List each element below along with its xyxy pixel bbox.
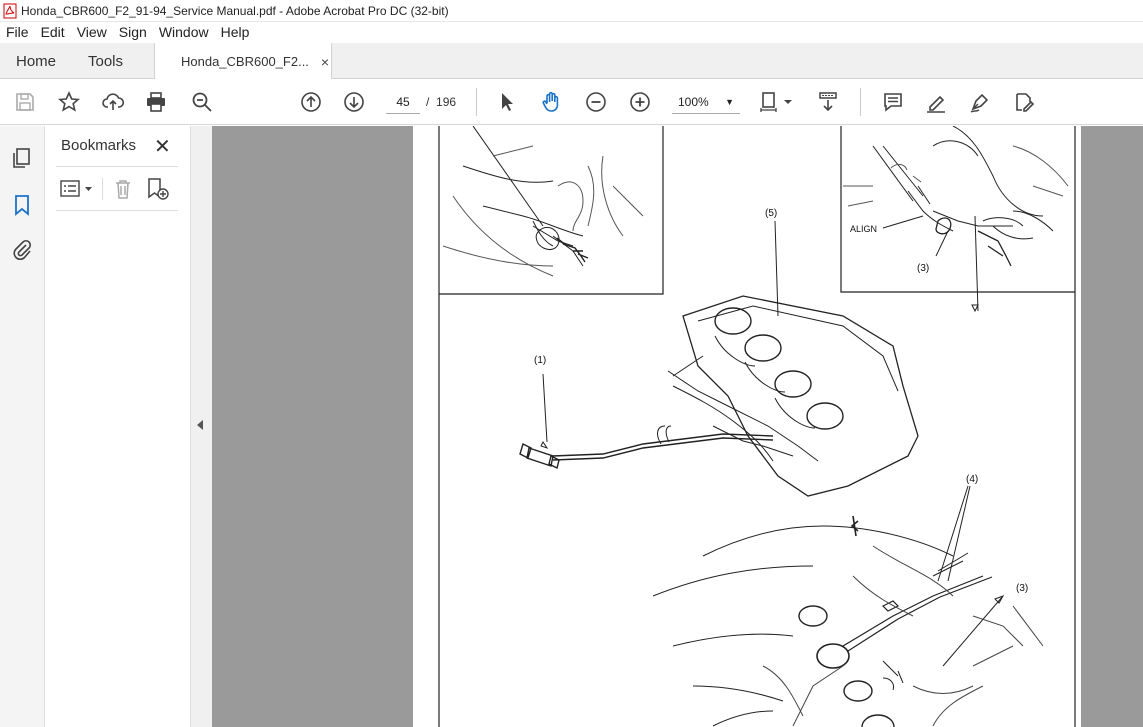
tab-tools[interactable]: Tools [88, 43, 123, 79]
menu-sign[interactable]: Sign [113, 22, 153, 43]
callout-align: ALIGN [850, 224, 878, 234]
zoom-search-icon[interactable] [189, 89, 215, 115]
bookmark-options-button[interactable] [60, 176, 94, 202]
panel-divider [56, 166, 178, 167]
zoom-value: 100% [678, 95, 709, 109]
menu-view[interactable]: View [71, 22, 113, 43]
bookmarks-close-icon[interactable]: ✕ [154, 134, 171, 159]
next-page-icon[interactable] [341, 89, 367, 115]
tab-home[interactable]: Home [16, 43, 56, 79]
window-title: Honda_CBR600_F2_91-94_Service Manual.pdf… [21, 3, 449, 18]
panel-collapse-handle[interactable] [190, 126, 212, 727]
callout-3-bottom: (3) [1016, 583, 1029, 594]
delete-bookmark-button[interactable] [112, 176, 134, 202]
previous-page-icon[interactable] [298, 89, 324, 115]
save-icon[interactable] [12, 89, 38, 115]
navigation-rail [0, 126, 45, 727]
tab-document[interactable]: Honda_CBR600_F2... × [154, 43, 332, 80]
page-fit-icon[interactable] [758, 89, 798, 115]
tab-document-label: Honda_CBR600_F2... [181, 54, 309, 69]
zoom-out-icon[interactable] [583, 89, 609, 115]
callout-5: (5) [765, 208, 778, 219]
menu-window[interactable]: Window [153, 22, 215, 43]
toolbar-divider [860, 88, 861, 116]
bookmark-icon[interactable] [10, 193, 34, 217]
service-manual-figure [438, 126, 1076, 727]
menu-bar: File Edit View Sign Window Help [0, 22, 1143, 43]
chevron-down-icon: ▼ [725, 97, 734, 107]
page-separator: / [426, 95, 430, 109]
star-icon[interactable] [56, 89, 82, 115]
bookmarks-panel: Bookmarks ✕ [46, 126, 190, 727]
print-icon[interactable] [143, 89, 169, 115]
menu-help[interactable]: Help [215, 22, 256, 43]
new-bookmark-button[interactable] [146, 176, 170, 202]
tab-close-icon[interactable]: × [321, 54, 329, 70]
tab-bar: Home Tools Honda_CBR600_F2... × [0, 43, 1143, 80]
callout-1: (1) [534, 355, 547, 366]
toolbar: 45 / 196 100% ▼ [0, 79, 1143, 125]
select-cursor-icon[interactable] [494, 89, 520, 115]
fill-sign-icon[interactable] [1011, 89, 1037, 115]
toolbar-divider [476, 88, 477, 116]
trash-icon [116, 180, 130, 199]
draw-pen-icon[interactable] [967, 89, 993, 115]
page-number-input[interactable]: 45 [386, 90, 420, 114]
bookmark-toolbar-divider [102, 178, 103, 200]
list-options-icon [60, 180, 92, 197]
document-view[interactable]: (5) ALIGN (3) (1) (4) (3) [212, 126, 1143, 727]
acrobat-app-icon [3, 3, 17, 18]
page-count: 196 [436, 95, 457, 109]
callout-4: (4) [966, 474, 979, 485]
cloud-upload-icon[interactable] [100, 89, 126, 115]
comment-icon[interactable] [880, 89, 906, 115]
bookmarks-title: Bookmarks [61, 137, 137, 154]
zoom-in-icon[interactable] [627, 89, 653, 115]
hand-tool-icon[interactable] [538, 89, 564, 115]
page-total: / 196 [426, 90, 456, 114]
collapse-arrow-icon [197, 420, 203, 430]
page-thumbnails-icon[interactable] [10, 146, 34, 170]
panel-divider [56, 210, 178, 211]
callout-3-top: (3) [917, 263, 930, 274]
zoom-select[interactable]: 100% ▼ [672, 90, 740, 114]
highlight-pen-icon[interactable] [923, 89, 949, 115]
pdf-page: (5) ALIGN (3) (1) (4) (3) [413, 126, 1081, 727]
title-bar: Honda_CBR600_F2_91-94_Service Manual.pdf… [0, 0, 1143, 22]
menu-file[interactable]: File [0, 22, 35, 43]
add-bookmark-icon [148, 178, 169, 200]
attachment-paperclip-icon[interactable] [10, 238, 34, 262]
menu-edit[interactable]: Edit [35, 22, 71, 43]
scroll-mode-icon[interactable] [815, 89, 841, 115]
